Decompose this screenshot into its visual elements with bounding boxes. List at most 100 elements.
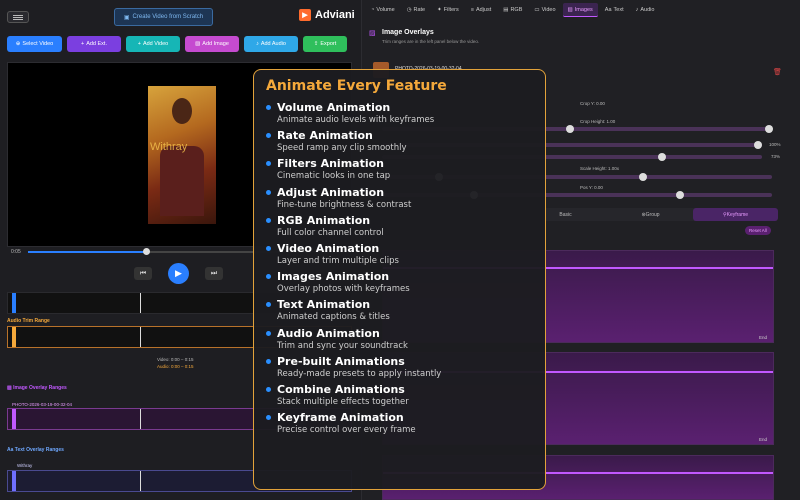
tab-volume-label: Volume [376,7,395,13]
scale-height-label: Scale Height: 1.00x [580,166,620,171]
feature-item: Video Animation Layer and trim multiple c… [266,242,533,267]
bullet-dot-icon [266,245,271,251]
feature-title: Pre-built Animations [277,354,405,368]
tab-filters[interactable]: ✦ Filters [432,3,464,17]
add-ext-label: Add Ext. [86,41,107,47]
tab-audio[interactable]: ♪ Audio [631,3,660,17]
upload-icon: ⊕ [15,41,21,47]
feature-item: Volume Animation Animate audio levels wit… [266,101,533,126]
feature-description: Ready-made presets to apply instantly [277,368,442,379]
play-button[interactable]: ▶ [168,263,189,284]
export-icon: ⇪ [313,41,319,47]
seg-keyframe[interactable]: ⚲ Keyframe [693,208,778,221]
image-icon: ▨ [567,6,573,13]
create-from-scratch-button[interactable]: ▣ Create Video from Scratch [114,8,213,26]
feature-description: Cinematic looks in one tap [277,171,391,182]
secondary-value: 73% [771,154,781,159]
add-video-button[interactable]: + Add Video [126,36,180,52]
feature-title: Adjust Animation [277,185,385,199]
text-overlay-preview[interactable]: Withray [150,141,187,153]
scrubber-handle[interactable] [143,248,151,255]
video-playhead[interactable] [140,293,141,313]
tab-adjust[interactable]: ≡ Adjust [466,3,497,17]
tab-text[interactable]: Aa Text [600,3,629,17]
crop-y-handle-2[interactable] [765,125,773,133]
export-button[interactable]: ⇪ Export [303,36,347,52]
bullet-dot-icon [266,217,271,223]
export-label: Export [320,41,337,47]
text-icon: Aa [604,7,612,13]
tab-volume[interactable]: ◔ Volume [366,3,400,17]
clock-icon: ◷ [406,7,412,13]
bullet-dot-icon [266,415,271,421]
add-audio-button[interactable]: ♪ Add Audio [244,36,298,52]
select-video-button[interactable]: ⊕ Select Video [7,36,62,52]
feature-description: Trim and sync your soundtrack [277,340,408,351]
bullet-dot-icon [266,274,271,280]
seg-group[interactable]: ⊛ Group [608,208,693,221]
image-overlay-playhead[interactable] [140,409,141,429]
app-logo-icon: ▶ [299,9,311,21]
video-range-text: Video: 0:00 – 0:15 [157,357,194,362]
crop-y-handle[interactable] [566,125,574,133]
audio-trim-handle[interactable] [12,327,16,347]
text-overlay-playhead[interactable] [140,471,141,491]
sliders-icon: ≡ [470,7,474,13]
image-overlay-ranges-label: Image Overlay Ranges [13,385,67,391]
text-overlay-handle[interactable] [12,471,16,491]
tab-images[interactable]: ▨ Images [562,3,598,17]
seg-group-label: Group [645,211,660,218]
secondary-handle[interactable] [658,153,666,161]
image-overlay-handle[interactable] [12,409,16,429]
skip-back-button[interactable]: ⏮ [134,267,152,280]
audio-playhead[interactable] [140,327,141,347]
crop-height-label: Crop Height: 1.00 [580,119,616,124]
audio-trim-label: Audio Trim Range [7,318,50,324]
bullet-dot-icon [266,133,271,139]
end-label: End [758,437,767,442]
trash-icon[interactable]: 🗑 [773,68,782,76]
skip-forward-icon: ⏭ [210,269,218,277]
feature-title: Rate Animation [277,129,373,143]
menu-icon[interactable] [7,11,29,23]
skip-forward-button[interactable]: ⏭ [205,267,223,280]
add-ext-button[interactable]: + Add Ext. [67,36,121,52]
tab-rate[interactable]: ◷ Rate [402,3,430,17]
feature-description: Animate audio levels with keyframes [277,115,435,125]
text-overlay-item-label: Withray [17,463,33,468]
feature-item: Audio Animation Trim and sync your soundt… [266,327,533,352]
tab-adjust-label: Adjust [475,7,492,13]
play-icon: ▶ [175,268,182,278]
volume-icon: ◔ [371,7,375,13]
pos-handle-2[interactable] [676,191,684,199]
feature-text: RGB Animation Full color channel control [277,214,384,239]
tab-rgb[interactable]: ▤ RGB [498,3,527,17]
feature-item: Text Animation Animated captions & titles [266,298,533,323]
music-icon: ♪ [635,7,639,13]
feature-item: RGB Animation Full color channel control [266,214,533,239]
app-brand: ▶ Adviani [299,9,355,21]
feature-title: Combine Animations [277,382,405,396]
plus-icon: + [137,41,141,47]
video-track-handle[interactable] [12,293,16,313]
promo-title: Animate Every Feature [266,78,447,94]
reset-all-button[interactable]: Reset All [745,226,771,235]
image-icon: ▨ [369,30,376,37]
scale-handle-2[interactable] [639,173,647,181]
rgb-icon: ▤ [503,7,509,13]
text-overlay-ranges-label: Text Overlay Ranges [14,447,64,453]
feature-title: Audio Animation [277,326,380,340]
pos-y-label: Pos Y: 0.00 [580,185,603,190]
main-toolbar: ⊕ Select Video + Add Ext. + Add Video ▨ Add … [7,36,347,52]
tab-video[interactable]: ▭ Video [529,3,560,17]
feature-text: Video Animation Layer and trim multiple c… [277,242,399,267]
bullet-dot-icon [266,358,271,364]
opacity-handle[interactable] [754,141,762,149]
end-label: End [758,335,767,340]
audio-range-text: Audio: 0:00 – 0:15 [157,364,194,369]
bullet-dot-icon [266,161,271,167]
feature-text: Text Animation Animated captions & titles [277,298,390,323]
image-overlay-item-label: PHOTO-2026-03-19-00-32-04 [12,402,72,407]
crop-y-label: Crop Y: 0.00 [580,101,605,106]
add-image-button[interactable]: ▨ Add Image [185,36,239,52]
